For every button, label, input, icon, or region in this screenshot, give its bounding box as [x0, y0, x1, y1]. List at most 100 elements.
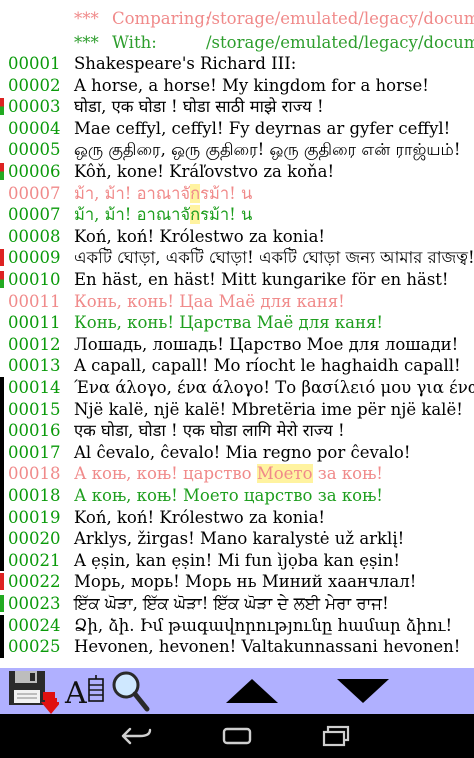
diff-row[interactable]: 00021 A ẹṣin, kan ẹṣin! Mi fun ìjọba kan …	[0, 549, 474, 572]
comparing-path: /storage/emulated/legacy/documents	[206, 9, 474, 28]
line-text: Kôň, kone! Kráľovstvo za koňa!	[74, 162, 335, 181]
search-button[interactable]	[108, 668, 152, 714]
change-marker	[0, 441, 4, 464]
diff-row[interactable]: 00023 ਇੱਕ ਘੋੜਾ, ਇੱਕ ਘੋੜਾ! ਇੱਕ ਘੋੜਾ ਦੇ ਲਈ …	[0, 593, 474, 615]
line-text: Конь, конь! Цаа Маё для каня!	[74, 291, 345, 311]
change-marker	[0, 377, 4, 399]
diff-row[interactable]: 00002 A horse, a horse! My kingdom for a …	[0, 75, 474, 97]
line-number: 00007	[8, 205, 61, 225]
next-diff-button[interactable]	[332, 668, 394, 714]
line-text: একটি ঘোড়া, একটি ঘোড়া! একটি ঘোড়া জন্য …	[74, 248, 474, 268]
line-text: Mae ceffyl, ceffyl! Fy deyrnas ar gyfer …	[74, 118, 451, 138]
line-text: Koń, koń! Królestwo za konia!	[74, 507, 326, 527]
diff-row[interactable]: 00013 A capall, capall! Mo ríocht le hagh…	[0, 355, 474, 377]
change-marker	[0, 398, 4, 421]
changed-text-highlight: ก	[190, 183, 201, 203]
diff-row[interactable]: 00006 Kôň, kone! Kráľovstvo za koňa!	[0, 161, 474, 183]
line-text: ม้า, ม้า! อาณาจักรม้า! น	[74, 205, 253, 225]
diff-row[interactable]: 00016 एक घोडा, घोडा ! एक घोडा लागि मेरो र…	[0, 420, 474, 442]
font-label: A	[64, 676, 87, 711]
floppy-save-icon	[9, 671, 59, 714]
change-marker	[0, 249, 4, 267]
line-number: 00012	[8, 334, 61, 354]
line-number: 00002	[8, 75, 61, 95]
change-marker	[0, 98, 4, 116]
diff-row[interactable]: 00011 Конь, конь! Царства Маё для каня!	[0, 312, 474, 334]
save-button[interactable]	[4, 668, 60, 714]
line-text: А коњ, коњ! Моето царство за коњ!	[74, 486, 383, 505]
line-number: 00023	[8, 594, 61, 613]
change-marker	[0, 420, 4, 442]
diff-row[interactable]: 00011 Конь, конь! Цаа Маё для каня!	[0, 291, 474, 313]
back-button[interactable]	[107, 720, 167, 752]
change-marker	[0, 163, 4, 180]
line-text: A capall, capall! Mo ríocht le haghaidh …	[74, 356, 461, 376]
changed-text-highlight: Моето	[256, 464, 313, 484]
line-number: 00011	[8, 313, 61, 333]
diff-list[interactable]: 00001 Shakespeare's Richard III: 00002 A ho…	[0, 53, 474, 668]
back-arrow-icon	[121, 727, 152, 745]
diff-row[interactable]: 00018 А коњ, коњ! царство Моето за коњ!	[0, 463, 474, 485]
triangle-up-icon	[226, 679, 278, 703]
line-number: 00015	[8, 399, 61, 419]
recents-icon	[322, 725, 350, 747]
line-text: A horse, a horse! My kingdom for a horse…	[74, 75, 429, 95]
change-marker	[0, 271, 4, 288]
change-marker	[0, 636, 4, 658]
line-text: Arklys, žirgas! Mano karalystė už arklį!	[74, 529, 405, 549]
change-marker	[0, 595, 4, 612]
changed-text-highlight: ก	[190, 205, 201, 225]
line-text: En häst, en häst! Mitt kungarike för en …	[74, 270, 449, 289]
diff-row[interactable]: 00003 घोडा, एक घोडा ! घोडा साठी माझे राज्…	[0, 96, 474, 118]
with-line: *** With: /storage/emulated/legacy/docum…	[0, 32, 474, 54]
diff-row[interactable]: 00025 Hevonen, hevonen! Valtakunnassani h…	[0, 636, 474, 658]
with-label: With:	[112, 33, 157, 52]
diff-row[interactable]: 00019 Koń, koń! Królestwo za konia!	[0, 506, 474, 529]
line-text: Al ĉevalo, ĉevalo! Mia regno por ĉevalo!	[74, 442, 411, 462]
diff-row[interactable]: 00009 একটি ঘোড়া, একটি ঘোড়া! একটি ঘোড়া …	[0, 247, 474, 269]
diff-row[interactable]: 00024 Ձի, ձի. Իմ թագավորությունը համար ձի…	[0, 614, 474, 637]
line-text: Shakespeare's Richard III:	[74, 54, 297, 73]
diff-row[interactable]: 00014 Ένα άλογο, ένα άλογο! Το βασίλειό μ…	[0, 377, 474, 399]
line-number: 00004	[8, 118, 61, 138]
diff-row[interactable]: 00020 Arklys, žirgas! Mano karalystė už a…	[0, 528, 474, 550]
with-stars: ***	[74, 33, 99, 52]
diff-row[interactable]: 00017 Al ĉevalo, ĉevalo! Mia regno por ĉe…	[0, 441, 474, 464]
diff-row[interactable]: 00022 Морь, морь! Морь нь Миний хаанчлал!	[0, 571, 474, 593]
line-number: 00003	[8, 97, 61, 117]
line-number: 00019	[8, 507, 61, 527]
line-number: 00007	[8, 183, 61, 203]
line-text: Hevonen, hevonen! Valtakunnassani hevone…	[74, 637, 461, 657]
diff-row[interactable]: 00004 Mae ceffyl, ceffyl! Fy deyrnas ar g…	[0, 118, 474, 140]
line-number: 00016	[8, 421, 61, 441]
line-number: 00008	[8, 226, 61, 246]
comparing-line: *** Comparing: /storage/emulated/legacy/…	[0, 8, 474, 30]
diff-row[interactable]: 00001 Shakespeare's Richard III:	[0, 53, 474, 75]
bottom-toolbar: A	[0, 668, 474, 714]
change-marker	[0, 614, 4, 637]
line-text: Ένα άλογο, ένα άλογο! Το βασίλειό μου γι…	[74, 378, 474, 397]
line-text: Koń, koń! Królestwo za konia!	[74, 226, 326, 246]
line-text: ਇੱਕ ਘੋੜਾ, ਇੱਕ ਘੋੜਾ! ਇੱਕ ਘੋੜਾ ਦੇ ਲਈ ਮੇਰਾ …	[74, 594, 389, 613]
recents-button[interactable]	[307, 720, 367, 752]
diff-row[interactable]: 00005 ஒரு குதிரை, ஒரு குதிரை! ஒரு குதிரை …	[0, 139, 474, 161]
font-size-button[interactable]: A	[62, 668, 108, 714]
diff-row[interactable]: 00010 En häst, en häst! Mitt kungarike fö…	[0, 269, 474, 291]
line-text: Лошадь, лошадь! Царство Мое для лошади!	[74, 334, 459, 354]
diff-row[interactable]: 00018 А коњ, коњ! Моето царство за коњ!	[0, 485, 474, 507]
diff-row[interactable]: 00007 ม้า, ม้า! อาณาจักรม้า! น	[0, 183, 474, 205]
line-number: 00017	[8, 442, 61, 462]
line-text: ஒரு குதிரை, ஒரு குதிரை! ஒரு குதிரை என் ர…	[74, 140, 461, 160]
line-number: 00011	[8, 291, 61, 311]
diff-row[interactable]: 00012 Лошадь, лошадь! Царство Мое для лош…	[0, 334, 474, 356]
home-button[interactable]	[207, 720, 267, 752]
diff-row[interactable]: 00015 Një kalë, një kalë! Mbretëria ime p…	[0, 398, 474, 421]
diff-row[interactable]: 00007 ม้า, ม้า! อาณาจักรม้า! น	[0, 204, 474, 226]
line-number: 00018	[8, 486, 61, 505]
triangle-down-icon	[337, 679, 389, 703]
line-text: ม้า, ม้า! อาณาจักรม้า! น	[74, 183, 253, 203]
previous-diff-button[interactable]	[222, 668, 282, 714]
line-number: 00006	[8, 162, 61, 181]
diff-row[interactable]: 00008 Koń, koń! Królestwo za konia!	[0, 226, 474, 248]
home-icon	[222, 727, 252, 745]
